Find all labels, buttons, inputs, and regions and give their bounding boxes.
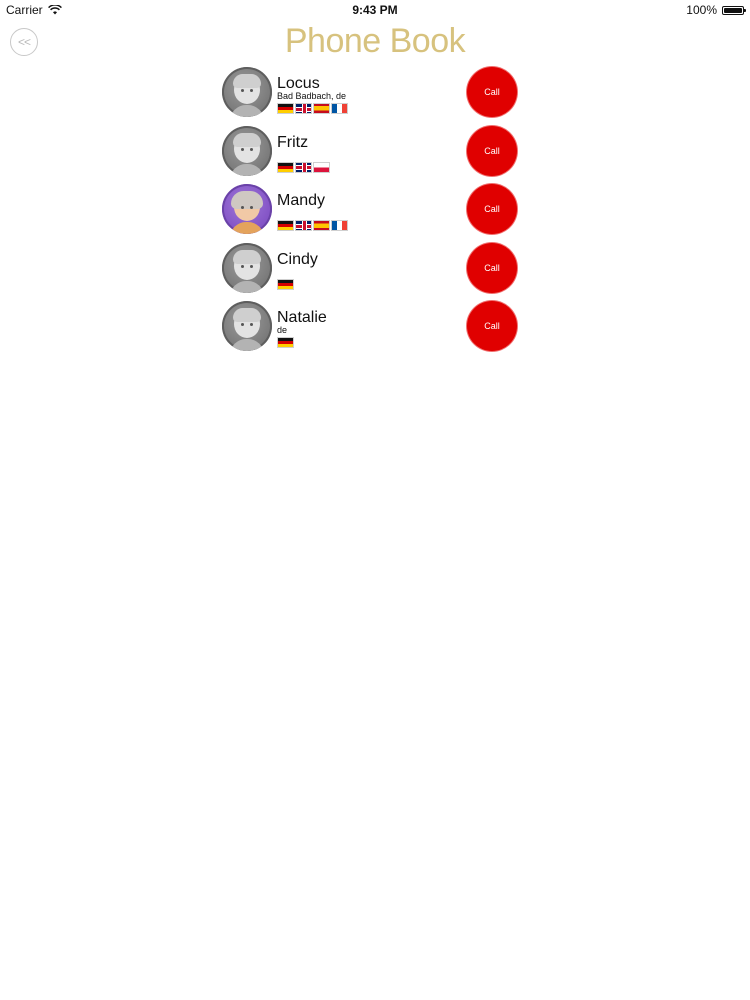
battery-percent: 100% — [686, 3, 717, 17]
call-button[interactable]: Call — [467, 125, 517, 176]
avatar-hair — [233, 249, 261, 264]
contact-row[interactable]: Mandy Call — [222, 183, 522, 242]
page-title: Phone Book — [284, 22, 466, 60]
flag-de-icon — [277, 220, 294, 232]
language-flags — [277, 161, 330, 173]
flag-pl-icon — [313, 161, 330, 173]
avatar-shoulders — [230, 163, 264, 176]
flag-de-icon — [277, 337, 294, 349]
status-right: 100% — [686, 3, 746, 17]
avatar-shoulders — [230, 222, 264, 235]
contact-row[interactable]: Cindy Call — [222, 242, 522, 301]
contact-row[interactable]: Fritz Call — [222, 125, 522, 184]
contact-subtitle: de — [277, 325, 288, 336]
avatar-icon — [222, 184, 272, 235]
avatar-eye-l — [241, 89, 244, 92]
call-button[interactable]: Call — [467, 67, 517, 117]
flag-es-icon — [313, 220, 330, 232]
contact-list: Locus Bad Badbach, de Call Fritz Call Mandy Ca… — [222, 66, 522, 359]
contact-row[interactable]: Locus Bad Badbach, de Call — [222, 66, 522, 125]
avatar-shoulders — [230, 339, 264, 352]
language-flags — [277, 278, 294, 290]
language-flags — [277, 220, 348, 232]
avatar-hair — [233, 132, 261, 147]
avatar-hair — [233, 74, 261, 88]
call-button[interactable]: Call — [467, 184, 517, 235]
flag-de-icon — [277, 278, 294, 290]
call-button[interactable]: Call — [467, 242, 517, 293]
language-flags — [277, 103, 348, 114]
flag-gb-icon — [295, 103, 312, 114]
flag-gb-icon — [295, 220, 312, 232]
avatar-icon — [222, 125, 272, 176]
contact-name: Mandy — [277, 192, 326, 210]
flag-de-icon — [277, 103, 294, 114]
avatar-eye-r — [250, 264, 253, 268]
avatar-shoulders — [230, 280, 264, 293]
avatar-icon — [222, 67, 272, 117]
flag-gb-icon — [295, 161, 312, 173]
status-time: 9:43 PM — [352, 3, 398, 17]
call-button[interactable]: Call — [467, 301, 517, 352]
avatar-shoulders — [230, 105, 264, 117]
contact-name: Fritz — [277, 133, 309, 151]
flag-es-icon — [313, 103, 330, 114]
contact-name: Cindy — [277, 250, 318, 268]
avatar-icon — [222, 301, 272, 352]
contact-subtitle: Bad Badbach, de — [277, 91, 347, 101]
status-bar: Carrier 9:43 PM 100% — [0, 0, 750, 20]
avatar-eye-r — [250, 89, 253, 92]
avatar-eye-l — [241, 264, 244, 268]
language-flags — [277, 337, 294, 349]
flag-fr-icon — [331, 220, 348, 232]
avatar-hair — [231, 191, 263, 210]
avatar-eye-r — [250, 147, 253, 151]
battery-icon — [722, 5, 746, 15]
avatar-eye-l — [241, 147, 244, 151]
flag-de-icon — [277, 161, 294, 173]
avatar-hair — [233, 308, 261, 323]
flag-fr-icon — [331, 103, 348, 114]
avatar-icon — [222, 242, 272, 293]
contact-row[interactable]: Natalie de Call — [222, 300, 522, 359]
